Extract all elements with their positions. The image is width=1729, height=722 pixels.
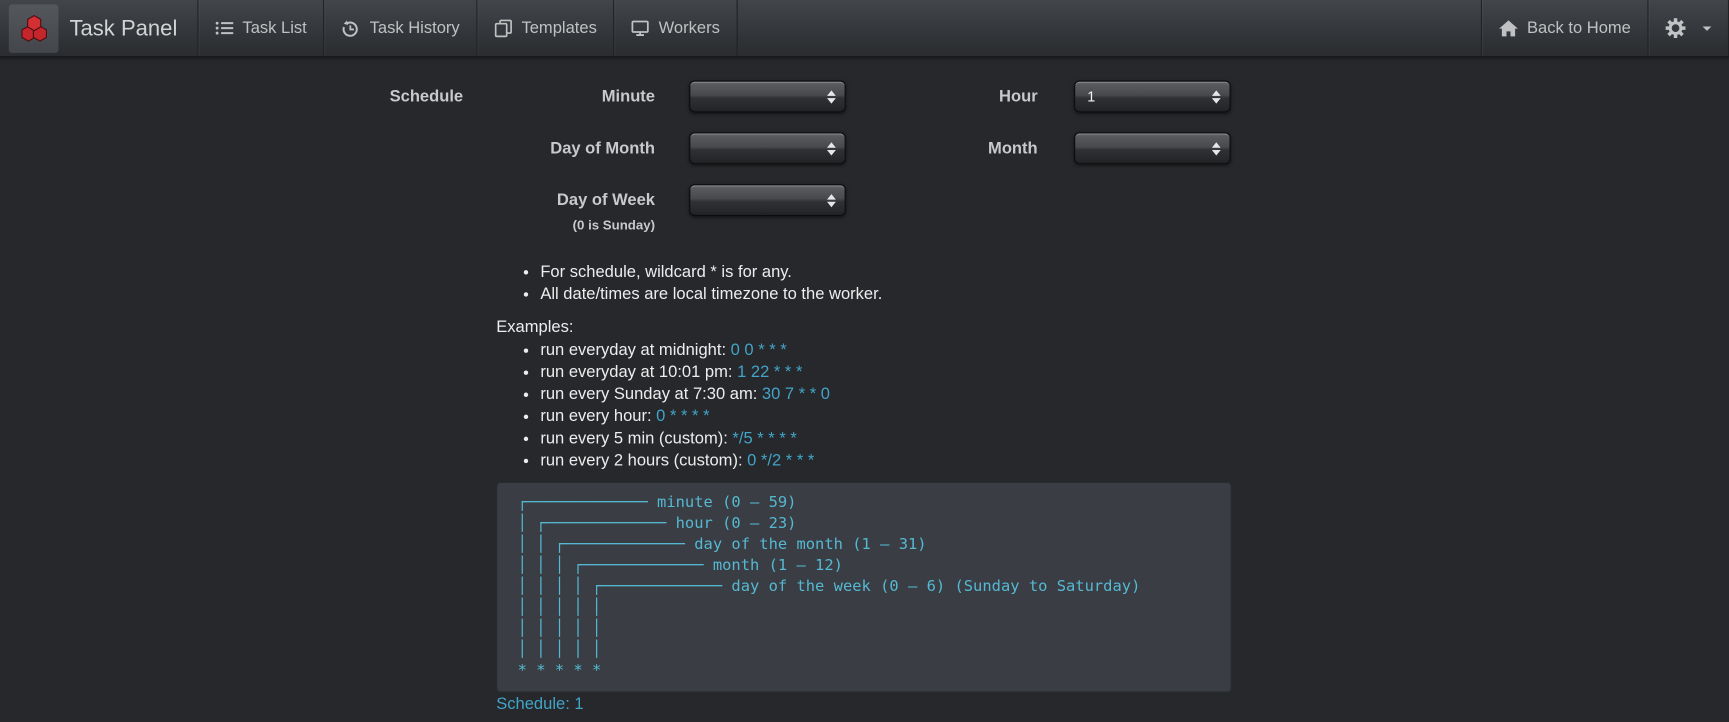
example-item: run every 2 hours (custom): 0 */2 * * * (540, 450, 830, 472)
cron-format-diagram: ┌───────────── minute (0 – 59) │ ┌──────… (496, 481, 1232, 693)
day-of-week-note: (0 is Sunday) (572, 217, 656, 233)
example-item: run every 5 min (custom): */5 * * * * (540, 428, 830, 450)
hour-label: Hour (999, 87, 1038, 106)
hex-cluster-logo-icon (17, 13, 50, 44)
nav-item-label: Task List (242, 18, 307, 38)
day-of-month-label: Day of Month (550, 138, 656, 158)
nav-item-task-history[interactable]: Task History (323, 0, 476, 57)
example-cron-code: 0 * * * * (656, 406, 710, 426)
note-item: For schedule, wildcard * is for any. (540, 261, 882, 283)
example-item: run every Sunday at 7:30 am: 30 7 * * 0 (540, 384, 830, 406)
day-of-week-select[interactable] (689, 184, 846, 217)
main-nav: Task List Task History Templates Workers (197, 0, 738, 57)
app-logo (8, 3, 59, 53)
nav-item-label: Templates (521, 18, 597, 38)
nav-item-label: Task History (369, 18, 460, 38)
example-cron-code: 0 */2 * * * (747, 451, 815, 470)
navbar: Task Panel Task List Task History Templa… (0, 0, 1729, 58)
example-text: run everyday at 10:01 pm: (540, 362, 738, 382)
select-arrows-icon (827, 141, 836, 155)
page-canvas: Task Panel Task List Task History Templa… (0, 0, 1729, 722)
minute-select[interactable] (689, 80, 846, 113)
task-list-icon (215, 19, 234, 38)
hour-select-value: 1 (1087, 88, 1096, 105)
task-history-icon (341, 18, 361, 38)
minute-label: Minute (601, 87, 656, 106)
schedule-summary: Schedule: 1 (496, 694, 584, 714)
example-item: run every hour: 0 * * * * (540, 406, 830, 428)
example-text: run every Sunday at 7:30 am: (540, 384, 762, 404)
back-to-home-button[interactable]: Back to Home (1480, 0, 1648, 57)
nav-item-workers[interactable]: Workers (613, 0, 738, 57)
example-cron-code: 1 22 * * * (737, 362, 803, 382)
select-arrows-icon (1211, 141, 1221, 155)
settings-menu-button[interactable] (1647, 0, 1729, 57)
month-select[interactable] (1074, 132, 1231, 165)
gear-icon (1665, 18, 1686, 39)
example-cron-code: */5 * * * * (732, 428, 797, 448)
brand-block: Task Panel (0, 0, 197, 56)
app-title[interactable]: Task Panel (69, 0, 197, 57)
hour-select[interactable]: 1 (1074, 80, 1231, 113)
select-arrows-icon (1211, 89, 1221, 104)
chevron-down-icon (1702, 25, 1712, 31)
workers-icon (631, 19, 650, 38)
nav-item-label: Workers (658, 18, 720, 38)
home-icon (1498, 19, 1518, 37)
schedule-notes-list: For schedule, wildcard * is for any. All… (496, 261, 882, 305)
nav-item-templates[interactable]: Templates (476, 0, 613, 57)
nav-item-task-list[interactable]: Task List (197, 0, 323, 57)
templates-icon (494, 19, 513, 38)
back-to-home-label: Back to Home (1526, 18, 1631, 38)
example-text: run everyday at midnight: (540, 340, 731, 360)
example-text: run every 5 min (custom): (540, 428, 733, 448)
example-item: run everyday at 10:01 pm: 1 22 * * * (540, 362, 830, 384)
select-arrows-icon (827, 89, 836, 104)
schedule-section-label: Schedule (389, 87, 464, 106)
navbar-right: Back to Home (1480, 0, 1729, 57)
day-of-month-select[interactable] (689, 132, 846, 165)
examples-heading: Examples: (496, 317, 574, 337)
select-arrows-icon (827, 193, 836, 207)
example-cron-code: 0 0 * * * (730, 340, 787, 360)
example-item: run everyday at midnight: 0 0 * * * (540, 340, 830, 362)
example-cron-code: 30 7 * * 0 (761, 384, 830, 404)
note-item: All date/times are local timezone to the… (540, 283, 882, 305)
examples-list: run everyday at midnight: 0 0 * * * run … (496, 340, 830, 472)
day-of-week-label: Day of Week (556, 190, 656, 210)
example-text: run every hour: (540, 406, 657, 426)
example-text: run every 2 hours (custom): (540, 451, 748, 470)
month-label: Month (988, 138, 1038, 158)
